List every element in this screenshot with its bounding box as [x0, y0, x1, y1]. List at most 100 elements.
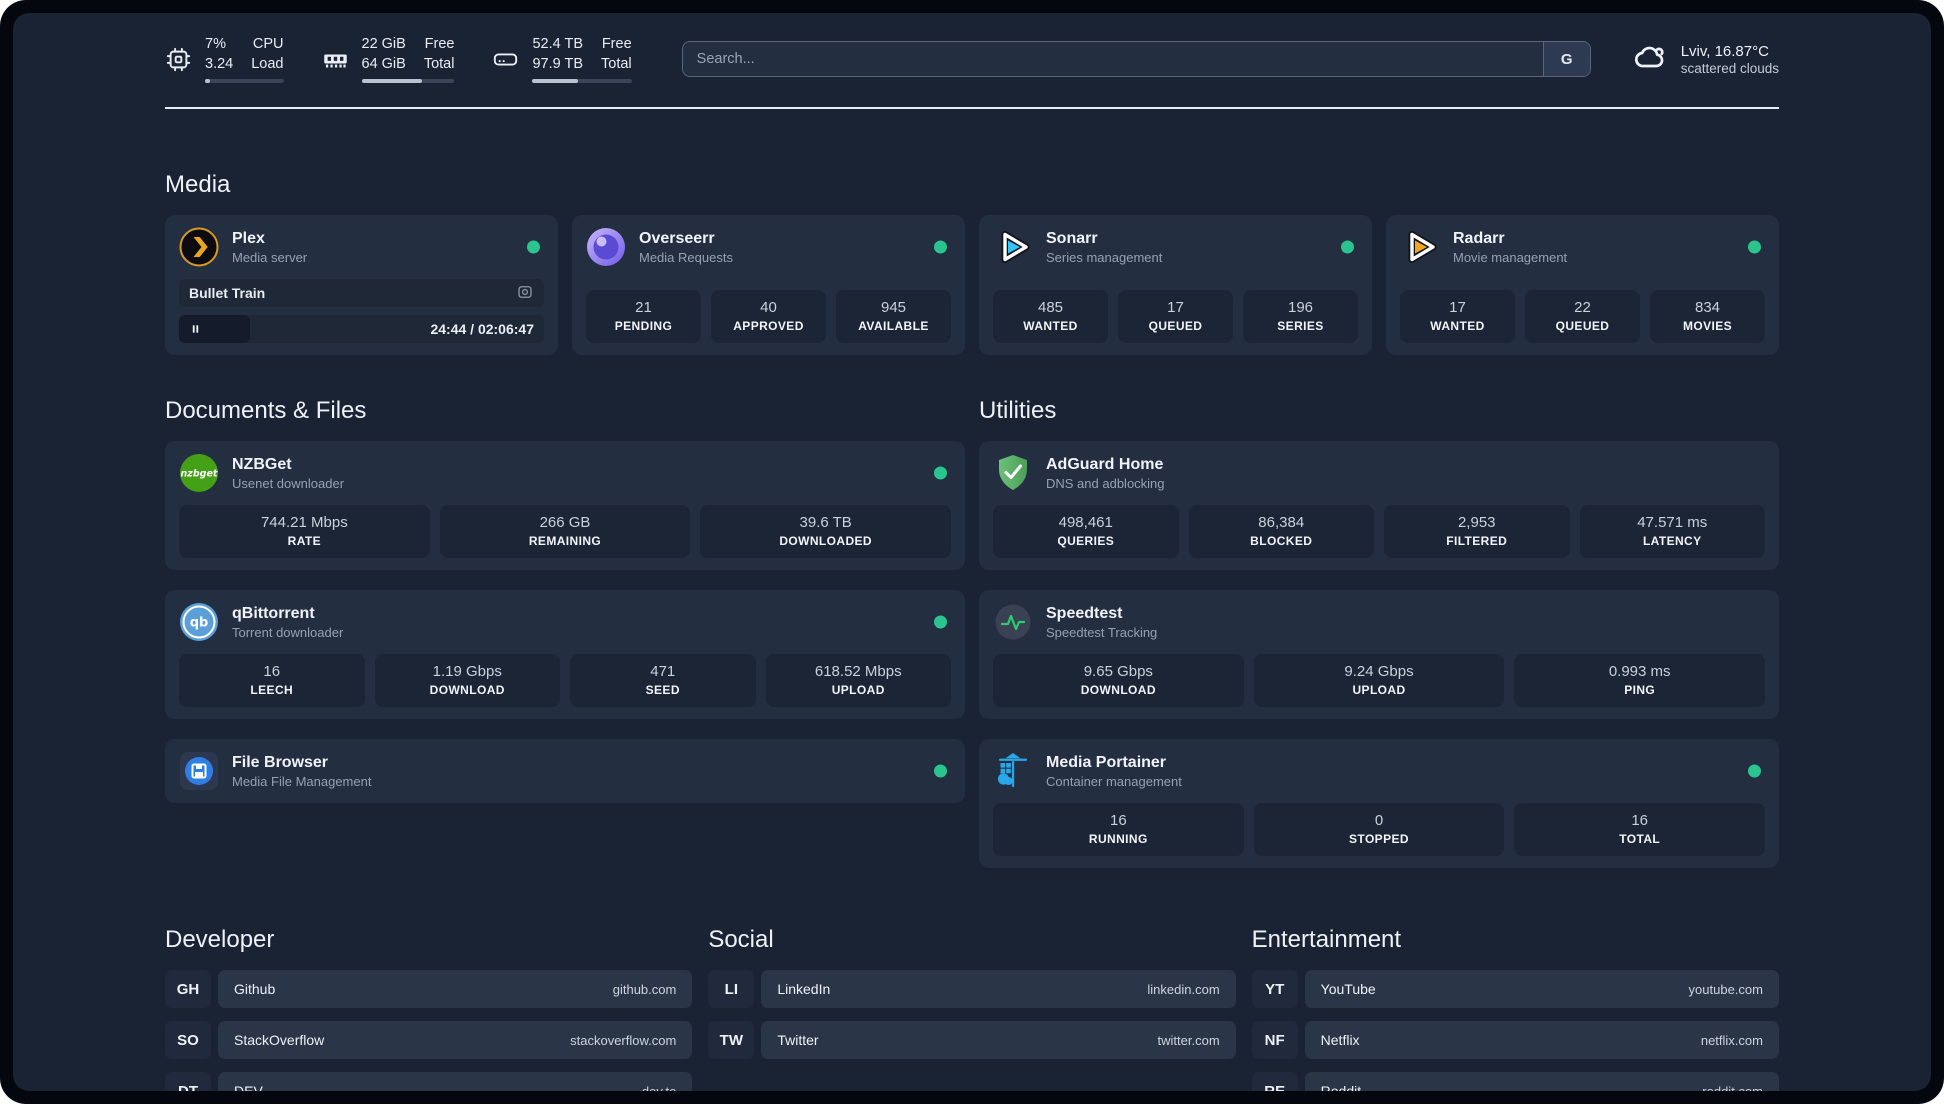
stat-value: 266 GB: [539, 514, 591, 532]
app-description: DNS and adblocking: [1046, 475, 1165, 491]
link-url: linkedin.com: [1147, 981, 1220, 997]
app-card-nzbget[interactable]: nzbget NZBGet Usenet downloader 744.21 M…: [165, 441, 965, 571]
link-name: DEV: [234, 1083, 263, 1091]
stat-value: 21: [635, 299, 652, 317]
stat-movies: 834 MOVIES: [1650, 290, 1765, 344]
link-pill[interactable]: StackOverflow stackoverflow.com: [218, 1021, 693, 1060]
stat-ping: 0.993 ms PING: [1514, 654, 1766, 708]
app-card-sonarr[interactable]: Sonarr Series management 485 WANTED 17 Q…: [979, 215, 1372, 356]
link-url: twitter.com: [1157, 1032, 1220, 1048]
link-youtube[interactable]: YT YouTube youtube.com: [1251, 970, 1779, 1009]
stat-label: LEECH: [250, 683, 294, 698]
link-reddit[interactable]: RE Reddit reddit.com: [1251, 1072, 1779, 1091]
svg-text:qb: qb: [190, 616, 209, 631]
section-title-social: Social: [708, 926, 774, 954]
app-card-media-portainer[interactable]: Media Portainer Container management 16 …: [979, 739, 1779, 869]
app-card-speedtest[interactable]: Speedtest Speedtest Tracking 9.65 Gbps D…: [979, 590, 1779, 720]
stat-value: 22: [1574, 299, 1591, 317]
link-section-developer: Developer GH Github github.com SO StackO…: [165, 926, 693, 1091]
cpu-icon: [165, 46, 192, 73]
stat-queries: 498,461 QUERIES: [993, 505, 1179, 559]
stat-value: 834: [1694, 299, 1721, 317]
link-url: stackoverflow.com: [570, 1032, 677, 1048]
stat-label: TOTAL: [1619, 832, 1661, 847]
sysstat-label-primary: Free: [601, 36, 632, 52]
stat-label: DOWNLOAD: [429, 683, 505, 698]
stat-label: REMAINING: [528, 534, 602, 549]
link-github[interactable]: GH Github github.com: [165, 970, 693, 1009]
app-card-file-browser[interactable]: File Browser Media File Management: [165, 739, 965, 804]
link-pill[interactable]: Github github.com: [218, 970, 693, 1009]
stat-queued: 22 QUEUED: [1525, 290, 1640, 344]
stat-queued: 17 QUEUED: [1118, 290, 1233, 344]
stat-value: 40: [760, 299, 777, 317]
stat-value: 471: [650, 663, 676, 681]
stat-rate: 744.21 Mbps RATE: [179, 505, 430, 559]
link-url: youtube.com: [1688, 981, 1763, 997]
sysstat-value-secondary: 97.9 TB: [532, 55, 584, 72]
stat-label: APPROVED: [733, 319, 804, 334]
stat-label: BLOCKED: [1250, 534, 1313, 549]
app-stats-row: 16 LEECH 1.19 Gbps DOWNLOAD 471 SEED 618…: [179, 642, 951, 708]
stat-value: 196: [1287, 299, 1314, 317]
stat-value: 86,384: [1258, 514, 1305, 532]
link-pill[interactable]: Twitter twitter.com: [761, 1021, 1236, 1060]
link-twitter[interactable]: TW Twitter twitter.com: [708, 1021, 1236, 1060]
app-card-header: qb qBittorrent Torrent downloader: [179, 602, 951, 642]
stat-value: 1.19 Gbps: [432, 663, 502, 681]
pause-icon[interactable]: [189, 323, 202, 336]
app-card-plex[interactable]: Plex Media server Bullet Train 24:44 / 0…: [165, 215, 558, 356]
stat-value: 9.65 Gbps: [1083, 663, 1153, 681]
link-dev[interactable]: DT DEV dev.to: [165, 1072, 693, 1091]
stat-label: PING: [1624, 683, 1656, 698]
status-online-dot: [934, 615, 947, 629]
link-pill[interactable]: Reddit reddit.com: [1304, 1072, 1779, 1091]
playback-progressbar[interactable]: 24:44 / 02:06:47: [179, 315, 544, 344]
app-card-overseerr[interactable]: Overseerr Media Requests 21 PENDING 40 A…: [572, 215, 965, 356]
sysstat-value-secondary: 64 GiB: [361, 55, 406, 72]
link-pill[interactable]: Netflix netflix.com: [1304, 1021, 1779, 1060]
stat-stopped: 0 STOPPED: [1253, 803, 1505, 857]
app-description: Usenet downloader: [232, 475, 345, 491]
status-online-dot: [934, 466, 947, 480]
app-card-radarr[interactable]: Radarr Movie management 17 WANTED 22 QUE…: [1386, 215, 1779, 356]
weather-widget: Lviv, 16.87°C scattered clouds: [1633, 39, 1779, 80]
app-card-header: Overseerr Media Requests: [586, 227, 951, 267]
section-documents: Documents & Files nzbget NZBGet Usenet d…: [165, 397, 965, 868]
link-linkedin[interactable]: LI LinkedIn linkedin.com: [708, 970, 1236, 1009]
stat-label: MOVIES: [1682, 319, 1733, 334]
stat-label: QUEUED: [1555, 319, 1610, 334]
app-card-qbittorrent[interactable]: qb qBittorrent Torrent downloader 16 LEE…: [165, 590, 965, 720]
stat-value: 485: [1037, 299, 1064, 317]
stat-download: 9.65 Gbps DOWNLOAD: [993, 654, 1244, 708]
stat-label: SERIES: [1277, 319, 1324, 334]
app-card-header: Speedtest Speedtest Tracking: [993, 602, 1765, 642]
stat-label: WANTED: [1430, 319, 1485, 334]
link-url: dev.to: [642, 1084, 676, 1091]
status-online-dot: [1748, 240, 1761, 254]
stat-value: 16: [1631, 812, 1649, 830]
app-card-header: Sonarr Series management: [993, 227, 1358, 267]
link-tag: SO: [165, 1021, 211, 1060]
link-tag: DT: [165, 1072, 211, 1091]
link-section-entertainment: Entertainment YT YouTube youtube.com NF …: [1251, 926, 1779, 1091]
link-pill[interactable]: YouTube youtube.com: [1304, 970, 1779, 1009]
search-provider-button[interactable]: G: [1542, 42, 1590, 77]
status-online-dot: [1341, 240, 1354, 254]
link-netflix[interactable]: NF Netflix netflix.com: [1251, 1021, 1779, 1060]
search-input[interactable]: [681, 41, 1591, 78]
app-card-header: AdGuard Home DNS and adblocking: [993, 453, 1765, 493]
sysstat-label-secondary: Load: [251, 55, 284, 72]
link-name: Netflix: [1320, 1032, 1360, 1049]
app-card-adguard-home[interactable]: AdGuard Home DNS and adblocking 498,461 …: [979, 441, 1779, 571]
link-stackoverflow[interactable]: SO StackOverflow stackoverflow.com: [165, 1021, 693, 1060]
app-stats-row: 9.65 Gbps DOWNLOAD 9.24 Gbps UPLOAD 0.99…: [993, 642, 1766, 708]
link-tag: GH: [165, 970, 211, 1009]
stat-wanted: 485 WANTED: [993, 290, 1108, 344]
link-pill[interactable]: DEV dev.to: [218, 1072, 693, 1091]
link-name: Twitter: [777, 1032, 819, 1049]
now-playing-row: Bullet Train: [179, 279, 544, 308]
link-pill[interactable]: LinkedIn linkedin.com: [761, 970, 1236, 1009]
stat-available: 945 AVAILABLE: [836, 290, 951, 344]
app-stats-row: 744.21 Mbps RATE 266 GB REMAINING 39.6 T…: [179, 493, 952, 559]
